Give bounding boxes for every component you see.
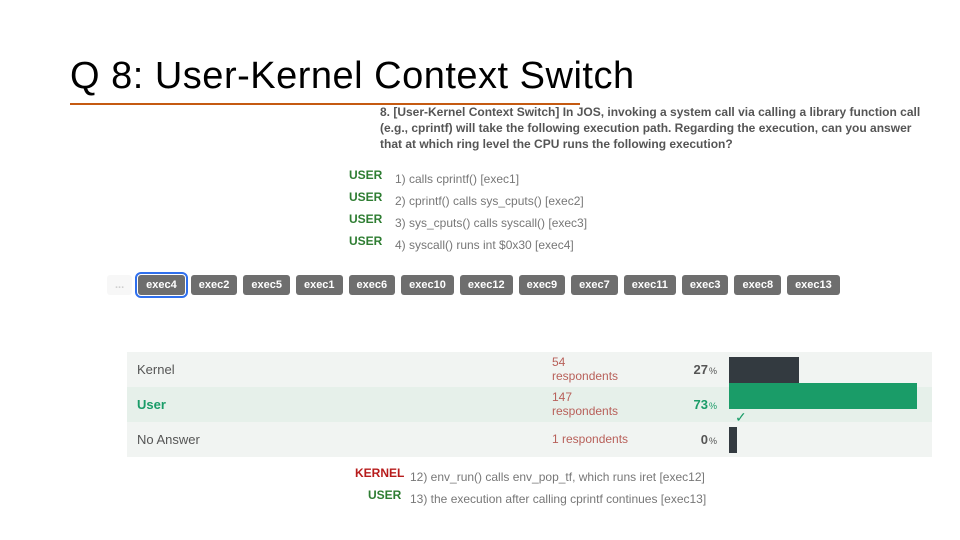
- chip-exec4[interactable]: exec4: [138, 275, 185, 295]
- chip-exec7[interactable]: exec7: [571, 275, 618, 295]
- exec-step-list: 1) calls cprintf() [exec1] 2) cprintf() …: [395, 168, 587, 256]
- result-respondents: 1 respondents: [552, 433, 667, 446]
- step13-annotation: USER: [368, 488, 401, 502]
- chip-exec12[interactable]: exec12: [460, 275, 513, 295]
- result-row-kernel: Kernel 54respondents 27%: [127, 352, 932, 387]
- check-icon: ✓: [735, 409, 747, 425]
- results-table: Kernel 54respondents 27% User 147respond…: [127, 352, 932, 457]
- result-respondents: 147respondents: [552, 391, 667, 417]
- step2-annotation: USER: [349, 190, 382, 204]
- chip-exec2[interactable]: exec2: [191, 275, 238, 295]
- result-bar: [729, 357, 799, 383]
- chip-exec6[interactable]: exec6: [349, 275, 396, 295]
- chip-exec10[interactable]: exec10: [401, 275, 454, 295]
- question-text: 8. [User-Kernel Context Switch] In JOS, …: [380, 104, 935, 153]
- exec-step: 3) sys_cputs() calls syscall() [exec3]: [395, 212, 587, 234]
- step12-annotation: KERNEL: [355, 466, 404, 480]
- result-label: Kernel: [127, 362, 552, 377]
- exec-step: 4) syscall() runs int $0x30 [exec4]: [395, 234, 587, 256]
- chip-exec3[interactable]: exec3: [682, 275, 729, 295]
- chip-exec8[interactable]: exec8: [734, 275, 781, 295]
- result-row-noanswer: No Answer 1 respondents 0%: [127, 422, 932, 457]
- bottom-step-list: 12) env_run() calls env_pop_tf, which ru…: [410, 466, 706, 510]
- exec-step: 1) calls cprintf() [exec1]: [395, 168, 587, 190]
- chip-placeholder: ...: [107, 275, 132, 295]
- slide-title: Q 8: User-Kernel Context Switch: [70, 55, 635, 98]
- exec-step: 13) the execution after calling cprintf …: [410, 488, 706, 510]
- answer-chips: ... exec4 exec2 exec5 exec1 exec6 exec10…: [107, 275, 937, 295]
- exec-step: 2) cprintf() calls sys_cputs() [exec2]: [395, 190, 587, 212]
- result-bar: [729, 383, 917, 409]
- chip-exec1[interactable]: exec1: [296, 275, 343, 295]
- chip-exec13[interactable]: exec13: [787, 275, 840, 295]
- result-bar: [729, 427, 737, 453]
- chip-exec5[interactable]: exec5: [243, 275, 290, 295]
- result-percent: 27%: [667, 362, 717, 377]
- result-percent: 0%: [667, 432, 717, 447]
- step4-annotation: USER: [349, 234, 382, 248]
- result-row-user: User 147respondents 73% ✓: [127, 387, 932, 422]
- result-percent: 73%: [667, 397, 717, 412]
- result-respondents: 54respondents: [552, 356, 667, 382]
- step1-annotation: USER: [349, 168, 382, 182]
- result-label: No Answer: [127, 432, 552, 447]
- chip-exec11[interactable]: exec11: [624, 275, 676, 295]
- chip-exec9[interactable]: exec9: [519, 275, 566, 295]
- exec-step: 12) env_run() calls env_pop_tf, which ru…: [410, 466, 706, 488]
- step3-annotation: USER: [349, 212, 382, 226]
- result-label: User: [127, 397, 552, 412]
